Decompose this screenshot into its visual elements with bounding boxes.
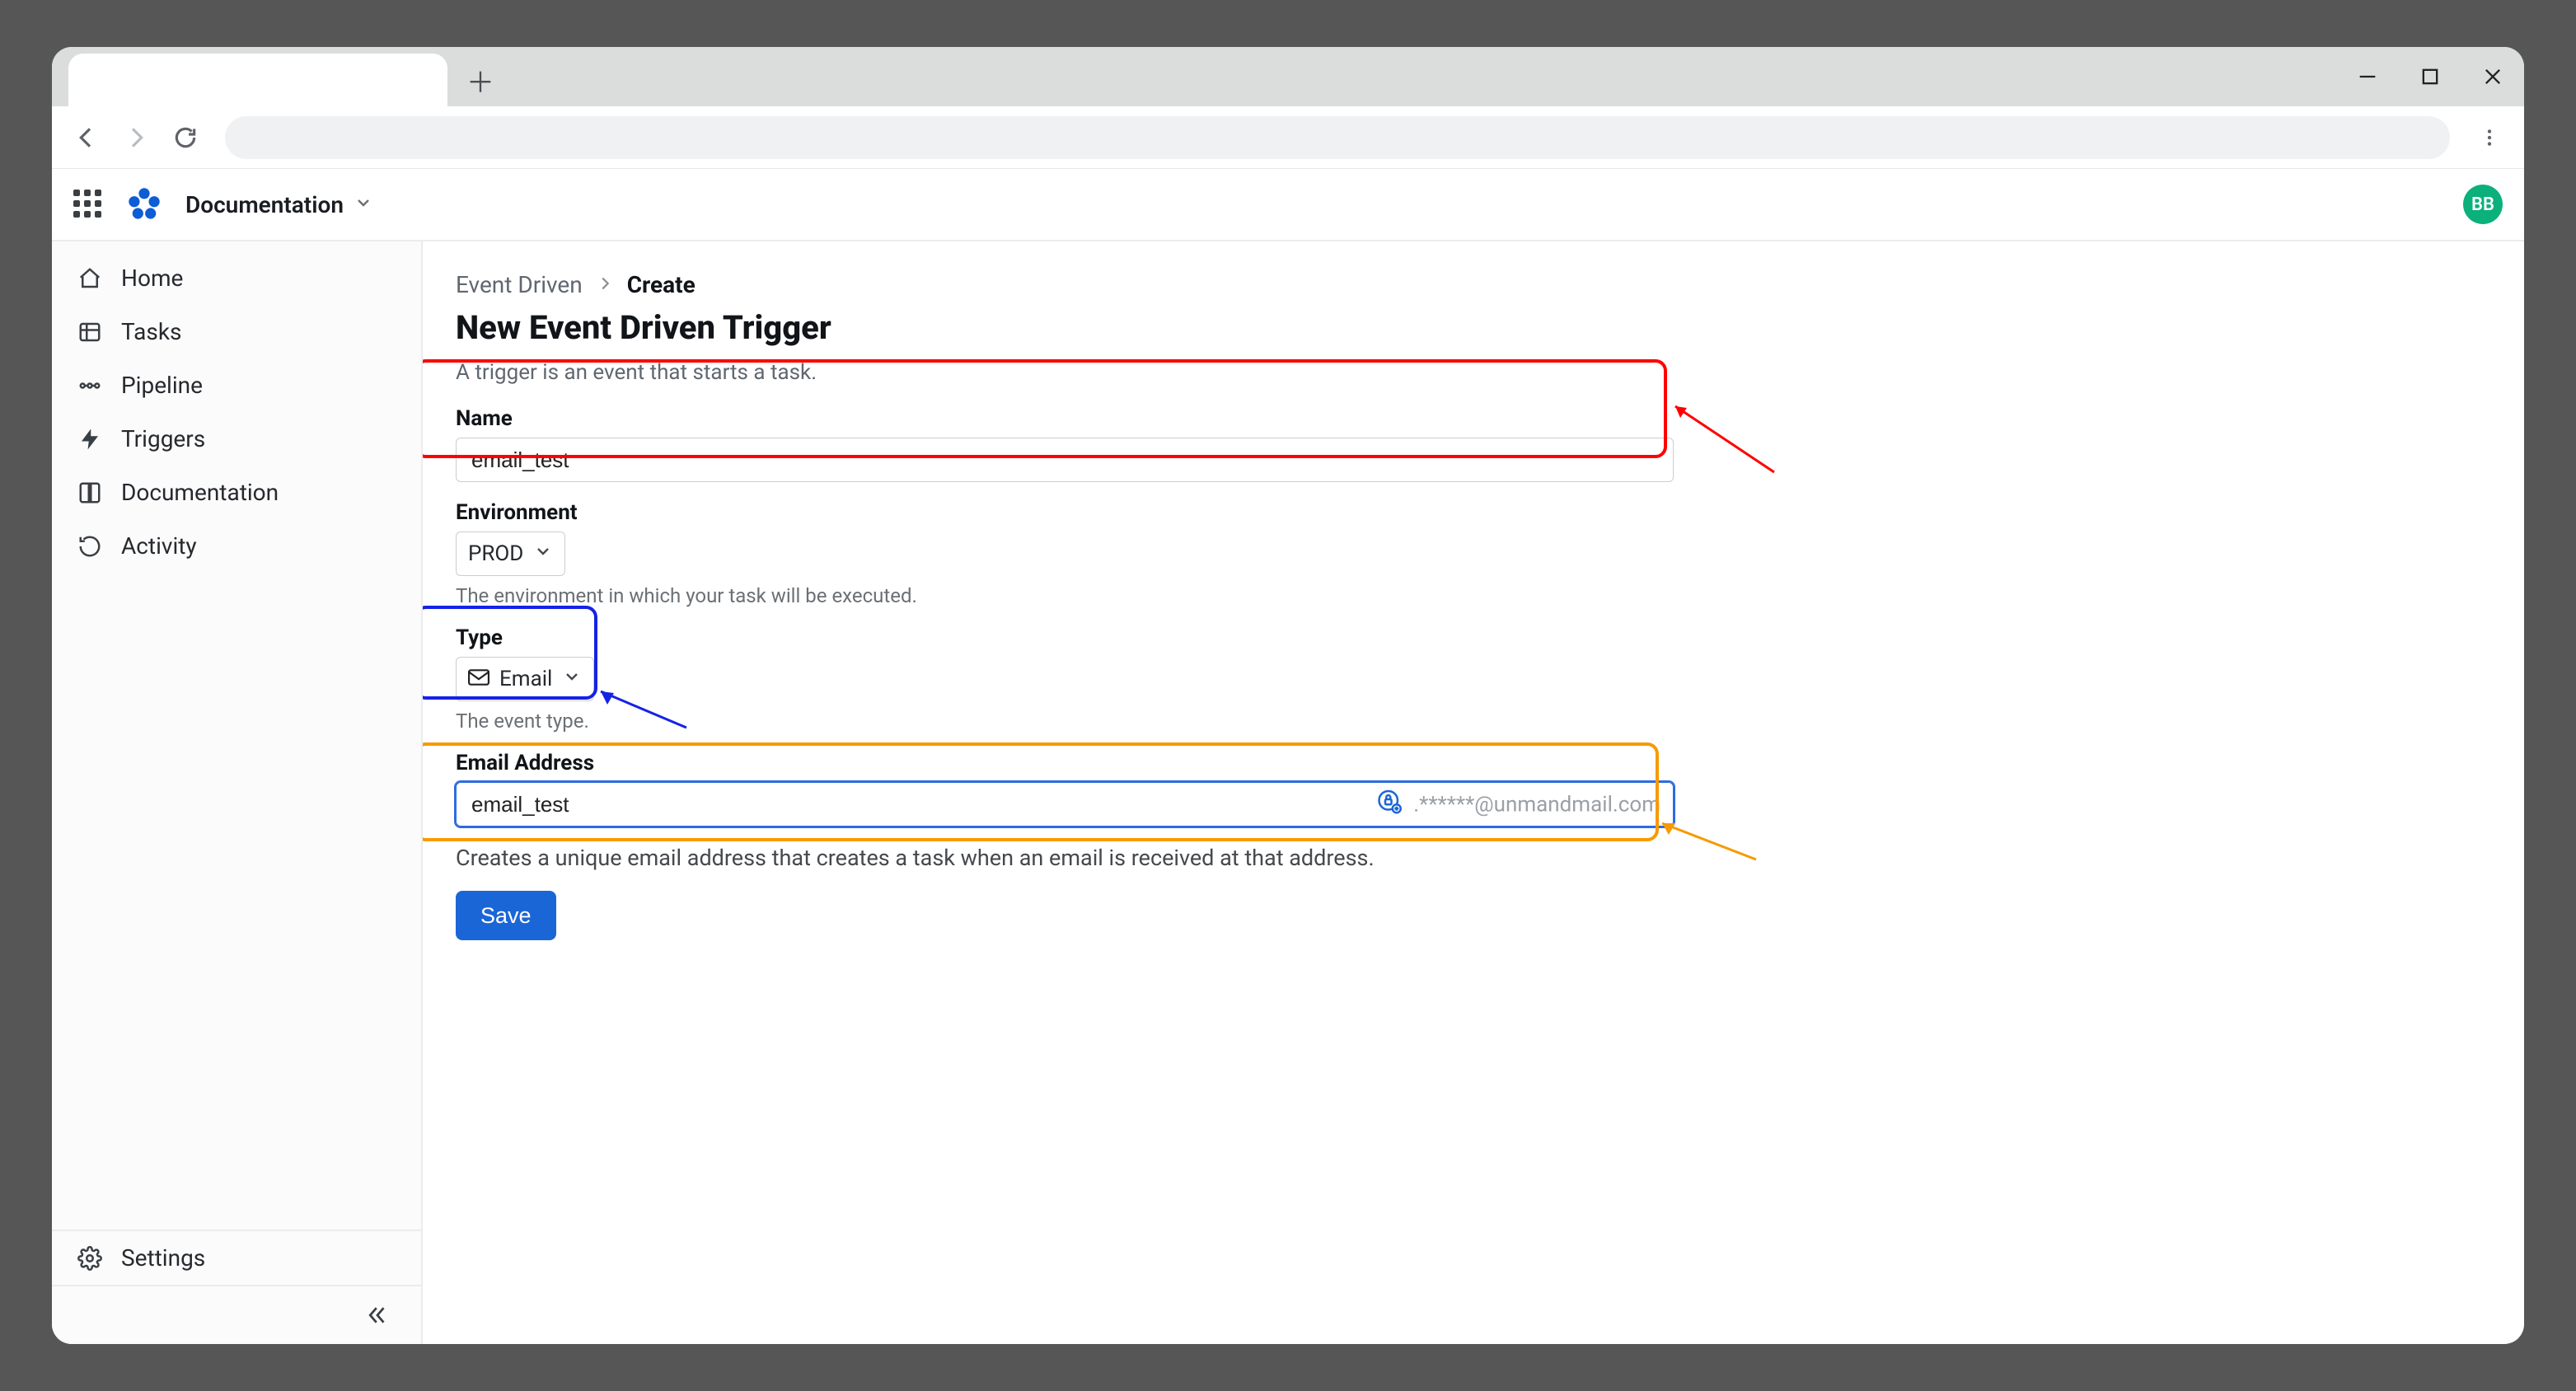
- new-tab-button[interactable]: ＋: [464, 63, 497, 96]
- tasks-icon: [77, 319, 103, 345]
- main-content: Event Driven Create New Event Driven Tri…: [423, 241, 2524, 1344]
- chevron-down-icon: [562, 667, 582, 692]
- activity-icon: [77, 533, 103, 560]
- book-icon: [77, 480, 103, 506]
- minimize-icon: [2356, 65, 2379, 88]
- window-minimize-button[interactable]: [2353, 62, 2382, 91]
- plus-icon: ＋: [466, 60, 494, 101]
- address-bar[interactable]: [225, 116, 2450, 159]
- chevron-right-icon: [596, 271, 614, 298]
- email-input-wrapper: .******@unmandmail.com: [456, 782, 1674, 827]
- sidebar-bottom: Settings: [52, 1229, 421, 1344]
- chevron-double-left-icon: [365, 1303, 390, 1328]
- page-subtitle: A trigger is an event that starts a task…: [456, 360, 2491, 385]
- breadcrumb-parent[interactable]: Event Driven: [456, 271, 583, 298]
- sidebar-item-label: Activity: [121, 532, 197, 560]
- email-label: Email Address: [456, 751, 2491, 775]
- sidebar-collapse-button[interactable]: [52, 1285, 421, 1344]
- form-group-environment: Environment PROD The environment in whic…: [456, 500, 2491, 607]
- sidebar-item-home[interactable]: Home: [52, 251, 421, 305]
- breadcrumb: Event Driven Create: [456, 271, 2491, 298]
- app-body: Home Tasks Pipeline Triggers Documentati…: [52, 241, 2524, 1344]
- form-description: Creates a unique email address that crea…: [456, 845, 2491, 871]
- sidebar-item-label: Settings: [121, 1244, 205, 1272]
- arrow-right-icon: [123, 124, 149, 151]
- form-group-type: Type Email The event type.: [456, 625, 2491, 733]
- project-name: Documentation: [185, 191, 344, 218]
- home-icon: [77, 265, 103, 292]
- sidebar-item-tasks[interactable]: Tasks: [52, 305, 421, 358]
- type-select[interactable]: Email: [456, 657, 594, 701]
- type-label: Type: [456, 625, 2491, 650]
- logo-icon: [126, 186, 162, 222]
- arrow-left-icon: [73, 124, 100, 151]
- sidebar-item-triggers[interactable]: Triggers: [52, 412, 421, 466]
- tab-strip: ＋: [52, 47, 2524, 106]
- reload-button[interactable]: [167, 119, 204, 156]
- lock-badge-icon: [1377, 789, 1402, 820]
- save-button[interactable]: Save: [456, 891, 556, 940]
- forward-button[interactable]: [118, 119, 154, 156]
- chevron-down-icon: [354, 191, 373, 218]
- triggers-icon: [77, 426, 103, 452]
- sidebar-item-label: Triggers: [121, 425, 205, 452]
- maximize-icon: [2419, 65, 2442, 88]
- browser-menu-button[interactable]: [2471, 119, 2508, 156]
- sidebar-item-label: Home: [121, 265, 183, 292]
- sidebar: Home Tasks Pipeline Triggers Documentati…: [52, 241, 423, 1344]
- type-value: Email: [499, 667, 552, 691]
- chevron-down-icon: [533, 541, 553, 567]
- window-controls: [2353, 47, 2508, 106]
- email-domain-suffix: .******@unmandmail.com: [1413, 792, 1660, 817]
- mail-icon: [468, 667, 489, 691]
- avatar[interactable]: BB: [2463, 185, 2503, 224]
- browser-window: ＋: [52, 47, 2524, 1344]
- app-logo[interactable]: [126, 186, 162, 222]
- breadcrumb-current: Create: [627, 271, 696, 298]
- kebab-icon: [2479, 127, 2500, 148]
- environment-label: Environment: [456, 500, 2491, 525]
- project-picker[interactable]: Documentation: [185, 191, 373, 218]
- email-suffix: .******@unmandmail.com: [1377, 789, 1660, 820]
- back-button[interactable]: [68, 119, 105, 156]
- environment-value: PROD: [468, 541, 523, 566]
- sidebar-item-label: Pipeline: [121, 372, 203, 399]
- browser-toolbar: [52, 106, 2524, 169]
- name-input[interactable]: [456, 438, 1674, 482]
- sidebar-item-activity[interactable]: Activity: [52, 519, 421, 573]
- name-label: Name: [456, 406, 2491, 431]
- apps-grid-button[interactable]: [73, 190, 103, 219]
- reload-icon: [172, 124, 199, 151]
- sidebar-item-label: Documentation: [121, 479, 279, 506]
- sidebar-item-settings[interactable]: Settings: [52, 1229, 421, 1285]
- form-group-name: Name: [456, 406, 2491, 482]
- close-icon: [2481, 65, 2504, 88]
- sidebar-item-documentation[interactable]: Documentation: [52, 466, 421, 519]
- app-header: Documentation BB: [52, 169, 2524, 241]
- browser-tab[interactable]: [68, 54, 447, 106]
- type-helper: The event type.: [456, 710, 2491, 733]
- pipeline-icon: [77, 372, 103, 399]
- environment-select[interactable]: PROD: [456, 532, 565, 576]
- sidebar-list: Home Tasks Pipeline Triggers Documentati…: [52, 241, 421, 573]
- sidebar-item-label: Tasks: [121, 318, 182, 345]
- sidebar-item-pipeline[interactable]: Pipeline: [52, 358, 421, 412]
- page-title: New Event Driven Trigger: [456, 308, 2491, 347]
- avatar-initials: BB: [2471, 194, 2494, 215]
- gear-icon: [77, 1245, 103, 1272]
- form-group-email: Email Address .******@unmandmail.com: [456, 751, 2491, 827]
- window-close-button[interactable]: [2478, 62, 2508, 91]
- environment-helper: The environment in which your task will …: [456, 584, 2491, 607]
- window-maximize-button[interactable]: [2415, 62, 2445, 91]
